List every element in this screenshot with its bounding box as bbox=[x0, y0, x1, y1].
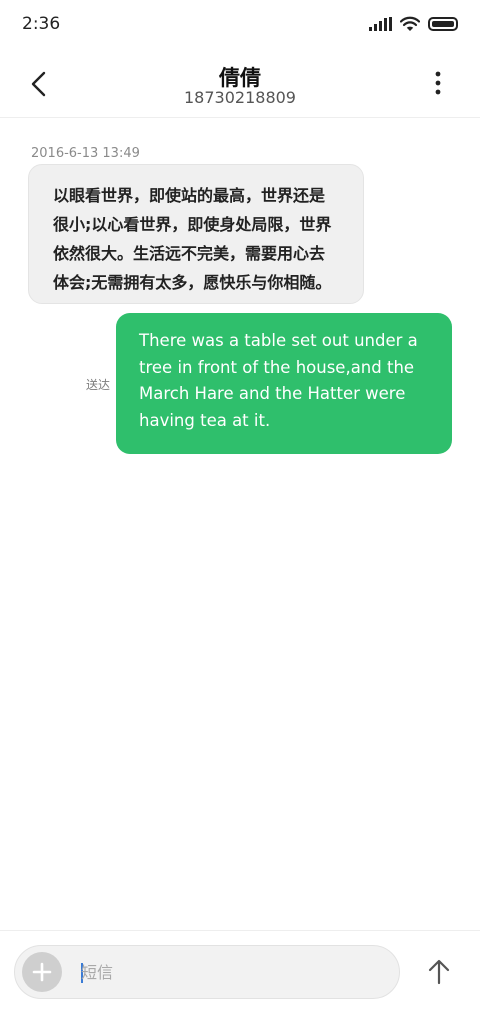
outgoing-message-bubble[interactable]: There was a table set out under a tree i… bbox=[116, 313, 452, 454]
status-bar: 2:36 bbox=[0, 0, 480, 50]
message-line: tree in front of the house,and the bbox=[139, 357, 415, 377]
message-line: 体会;无需拥有太多，愿快乐与你相随。 bbox=[53, 273, 332, 292]
more-options-button[interactable] bbox=[418, 64, 458, 104]
delivery-status: 送达 bbox=[86, 378, 111, 392]
more-vertical-icon bbox=[435, 71, 441, 95]
message-line: 以眼看世界，即使站的最高，世界还是 bbox=[53, 186, 326, 205]
composer-pill bbox=[14, 945, 400, 999]
arrow-up-icon bbox=[428, 959, 450, 985]
message-input[interactable] bbox=[81, 955, 381, 989]
contact-number: 18730218809 bbox=[184, 88, 296, 107]
signal-icon bbox=[369, 17, 392, 31]
wifi-icon bbox=[400, 16, 420, 31]
message-timestamp: 2016-6-13 13:49 bbox=[31, 146, 140, 161]
composer-bar bbox=[0, 930, 480, 1013]
message-line: March Hare and the Hatter were bbox=[139, 384, 406, 403]
message-line: having tea at it. bbox=[139, 410, 271, 430]
battery-icon bbox=[428, 17, 458, 31]
message-line: 很小;以心看世界，即使身处局限，世界 bbox=[53, 215, 332, 234]
conversation-header: 倩倩 18730218809 bbox=[0, 50, 480, 118]
plus-icon bbox=[32, 962, 52, 982]
sms-conversation-screen: 2:36 倩倩 18730218809 2016-6-13 13:49 以眼看世… bbox=[0, 0, 480, 1013]
incoming-message-bubble[interactable]: 以眼看世界，即使站的最高，世界还是 很小;以心看世界，即使身处局限，世界 依然很… bbox=[28, 164, 364, 304]
message-line: 依然很大。生活远不完美，需要用心去 bbox=[53, 244, 326, 263]
status-time: 2:36 bbox=[22, 14, 61, 34]
add-attachment-button[interactable] bbox=[22, 952, 62, 992]
send-button[interactable] bbox=[422, 955, 456, 989]
status-icons bbox=[369, 16, 458, 32]
message-line: There was a table set out under a bbox=[139, 331, 418, 350]
